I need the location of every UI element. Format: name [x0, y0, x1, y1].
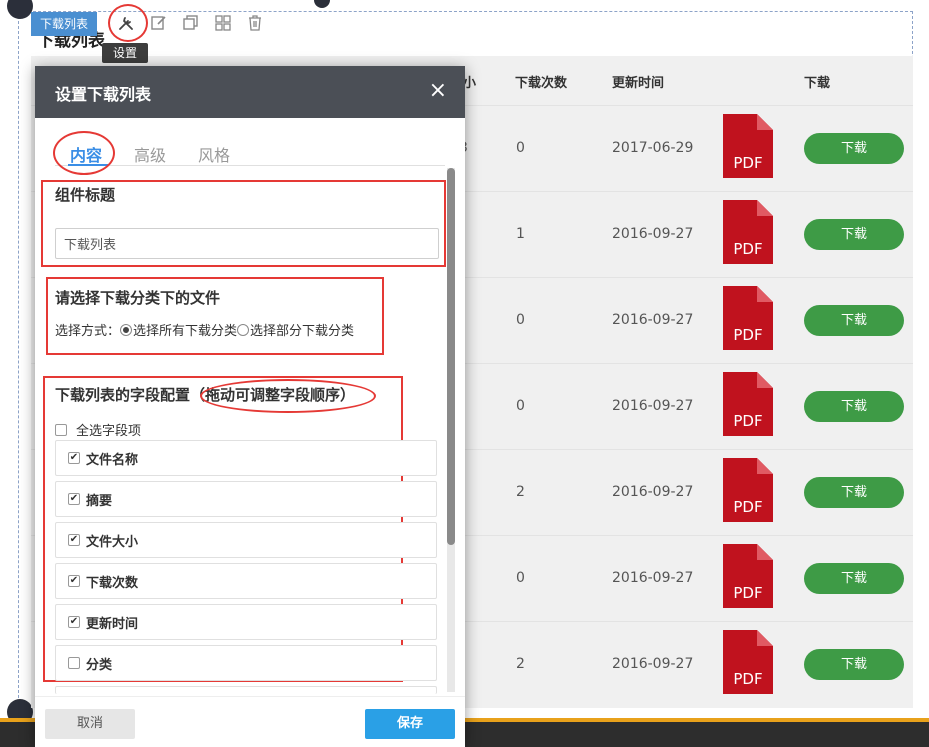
dialog-title: 设置下载列表	[55, 85, 152, 104]
component-tag[interactable]: 下载列表	[31, 12, 98, 36]
pdf-file-icon: PDF	[723, 372, 773, 436]
settings-tooltip: 设置	[102, 43, 149, 63]
select-all-checkbox[interactable]	[55, 423, 67, 436]
downloads-cell: 0	[516, 398, 525, 414]
component-title-label: 组件标题	[55, 186, 116, 204]
pdf-label: PDF	[733, 240, 762, 258]
downloads-cell: 1	[516, 226, 525, 242]
updated-cell: 2016-09-27	[612, 398, 694, 414]
radio-some-categories[interactable]	[237, 323, 250, 336]
download-button[interactable]: 下载	[804, 391, 904, 422]
option-some-categories[interactable]: 选择部分下载分类	[250, 320, 354, 339]
pdf-label: PDF	[733, 412, 762, 430]
field-label: 文件名称	[86, 452, 139, 468]
mode-label: 选择方式：	[55, 324, 121, 339]
grid-icon[interactable]	[212, 12, 234, 34]
pdf-file-icon: PDF	[723, 458, 773, 522]
category-section-label: 请选择下载分类下的文件	[55, 289, 221, 307]
field-checkbox[interactable]: ✔	[68, 616, 80, 628]
tab-advanced[interactable]: 高级	[134, 142, 166, 166]
pdf-label: PDF	[733, 584, 762, 602]
select-all-label: 全选字段项	[76, 424, 142, 439]
category-mode-row: 选择方式： 选择所有下载分类 选择部分下载分类	[55, 320, 354, 339]
pdf-label: PDF	[733, 498, 762, 516]
download-button[interactable]: 下载	[804, 305, 904, 336]
pdf-file-icon: PDF	[723, 544, 773, 608]
updated-cell: 2016-09-27	[612, 312, 694, 328]
column-header-download: 下载	[804, 76, 831, 91]
component-title-input[interactable]	[55, 228, 439, 259]
pdf-label: PDF	[733, 326, 762, 344]
select-all-fields[interactable]: 全选字段项	[55, 420, 141, 439]
updated-cell: 2016-09-27	[612, 570, 694, 586]
scrollbar-thumb[interactable]	[447, 168, 455, 545]
pdf-file-icon: PDF	[723, 200, 773, 264]
fields-label-text: 下载列表的字段配置	[55, 386, 191, 404]
field-item-partial	[55, 686, 437, 694]
downloads-cell: 2	[516, 656, 525, 672]
updated-cell: 2017-06-29	[612, 140, 694, 156]
highlight-circle-settings	[108, 4, 148, 42]
downloads-cell: 0	[516, 570, 525, 586]
field-item[interactable]: ✔ 文件大小	[55, 522, 437, 558]
field-checkbox[interactable]: ✔	[68, 534, 80, 546]
updated-cell: 2016-09-27	[612, 226, 694, 242]
resize-handle-top[interactable]	[314, 0, 330, 8]
cancel-button[interactable]: 取消	[45, 709, 135, 739]
field-item[interactable]: ✔ 文件名称	[55, 440, 437, 476]
option-all-categories[interactable]: 选择所有下载分类	[133, 320, 237, 339]
tab-style[interactable]: 风格	[198, 142, 230, 166]
download-button[interactable]: 下载	[804, 563, 904, 594]
settings-dialog: 设置下载列表 × 内容 高级 风格 组件标题 请选择下载分类下的文件 选择方式：…	[35, 66, 465, 747]
field-label: 文件大小	[86, 534, 139, 550]
field-label: 分类	[86, 657, 113, 673]
radio-all-categories[interactable]	[120, 323, 133, 336]
pdf-file-icon: PDF	[723, 114, 773, 178]
pdf-file-icon: PDF	[723, 630, 773, 694]
downloads-cell: 0	[516, 140, 525, 156]
field-label: 下载次数	[86, 575, 139, 591]
field-label: 更新时间	[86, 616, 139, 632]
column-header-updated: 更新时间	[612, 76, 665, 91]
downloads-cell: 2	[516, 484, 525, 500]
highlight-circle-content-tab	[53, 131, 115, 175]
dialog-footer: 取消 保存	[35, 696, 465, 747]
trash-icon[interactable]	[244, 12, 266, 34]
field-item[interactable]: ✔ 更新时间	[55, 604, 437, 640]
downloads-cell: 0	[516, 312, 525, 328]
edit-icon[interactable]	[148, 12, 170, 34]
field-label: 摘要	[86, 493, 113, 509]
close-icon[interactable]: ×	[429, 79, 447, 103]
updated-cell: 2016-09-27	[612, 484, 694, 500]
updated-cell: 2016-09-27	[612, 656, 694, 672]
pdf-label: PDF	[733, 154, 762, 172]
download-button[interactable]: 下载	[804, 477, 904, 508]
field-item[interactable]: ✔ 摘要	[55, 481, 437, 517]
download-button[interactable]: 下载	[804, 219, 904, 250]
field-item[interactable]: ✔ 下载次数	[55, 563, 437, 599]
save-button[interactable]: 保存	[365, 709, 455, 739]
pdf-label: PDF	[733, 670, 762, 688]
field-checkbox[interactable]: ✔	[68, 452, 80, 464]
download-button[interactable]: 下载	[804, 133, 904, 164]
download-button[interactable]: 下载	[804, 649, 904, 680]
copy-icon[interactable]	[180, 12, 202, 34]
field-checkbox[interactable]: ✔	[68, 575, 80, 587]
field-checkbox[interactable]: ✔	[68, 493, 80, 505]
pdf-file-icon: PDF	[723, 286, 773, 350]
field-checkbox[interactable]	[68, 657, 80, 669]
column-header-downloads: 下载次数	[515, 76, 568, 91]
dialog-header: 设置下载列表 ×	[35, 66, 465, 118]
highlight-circle-drag-hint	[200, 379, 376, 413]
field-item[interactable]: 分类	[55, 645, 437, 681]
